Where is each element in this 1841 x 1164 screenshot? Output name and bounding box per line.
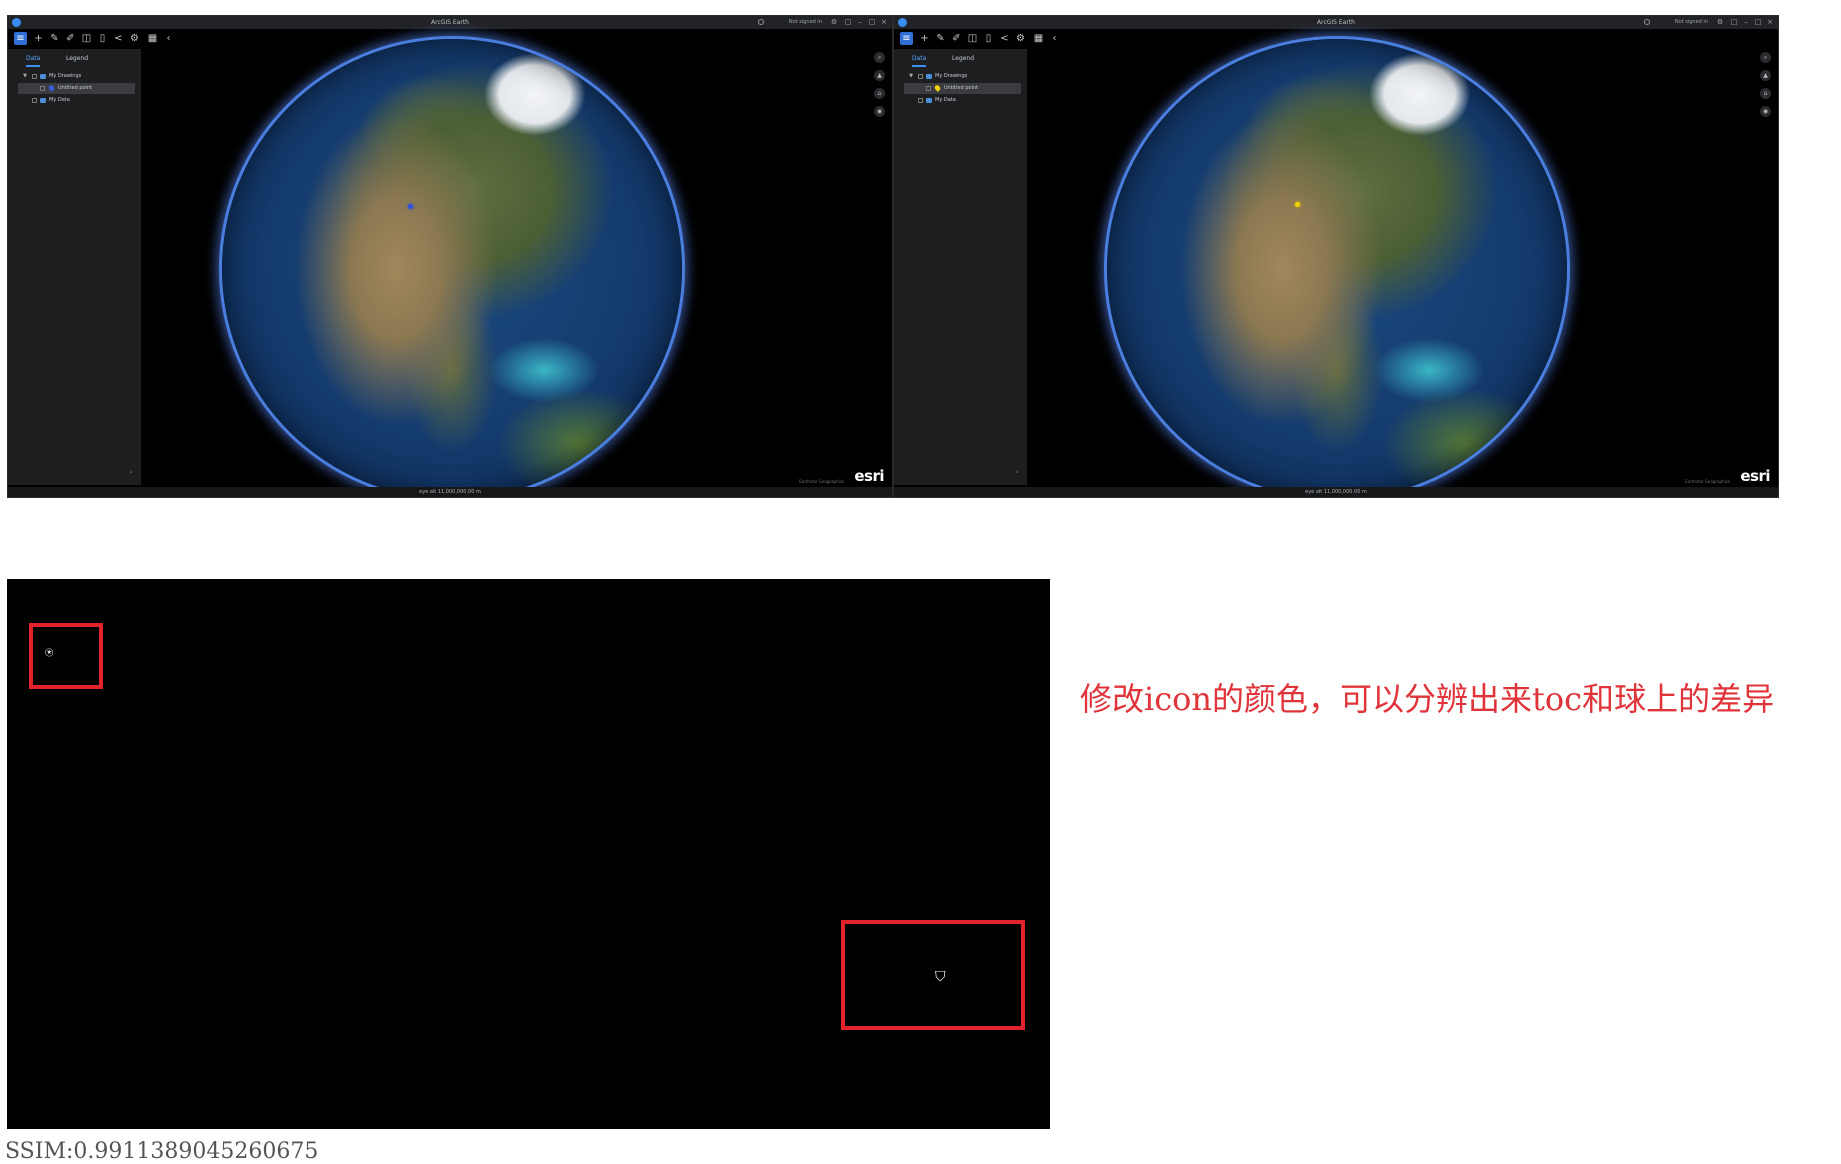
grid-icon[interactable]: ▦: [1032, 32, 1045, 45]
analysis-icon[interactable]: ◫: [80, 32, 93, 45]
globe[interactable]: [1107, 39, 1567, 497]
tab-data[interactable]: Data: [26, 53, 41, 67]
toc-panel: Data Legend ▼ My Drawings Untitled point…: [8, 49, 141, 485]
status-bar: eye alt 11,000,000.00 m: [8, 487, 892, 497]
toc-data-label: My Data: [935, 97, 956, 103]
settings-tool-icon[interactable]: ⚙: [128, 32, 141, 45]
camera-icon[interactable]: ◉: [1760, 106, 1771, 117]
grid-icon[interactable]: ▦: [146, 32, 159, 45]
help-icon[interactable]: □: [844, 18, 852, 26]
toc-group-label: My Drawings: [935, 73, 968, 79]
title-bar: ArcGIS Earth Not signed in ⚙ □ – □ ×: [8, 16, 892, 29]
toc-item-row[interactable]: Untitled point: [904, 83, 1021, 94]
ssim-score: SSIM:0.9911389045260675: [5, 1139, 319, 1164]
attribution: Earthstar Geographics: [1685, 479, 1730, 484]
diff-pin-icon: ⛉: [935, 969, 946, 985]
minimize-icon[interactable]: –: [1742, 18, 1750, 26]
settings-icon[interactable]: ⚙: [1716, 18, 1724, 26]
point-marker-icon[interactable]: [408, 204, 413, 209]
title-bar: ArcGIS Earth Not signed in ⚙ □ – □ ×: [894, 16, 1778, 29]
toc-data-row[interactable]: My Data: [8, 95, 141, 106]
attribution: Earthstar Geographics: [799, 479, 844, 484]
item-checkbox[interactable]: [926, 86, 931, 91]
home-icon[interactable]: ⌂: [874, 88, 885, 99]
annotation-note: 修改icon的颜色，可以分辨出来toc和球上的差异: [1080, 680, 1775, 718]
draw-icon[interactable]: ✎: [48, 32, 61, 45]
sign-in-status[interactable]: Not signed in: [789, 17, 822, 28]
layers-icon[interactable]: ≡: [14, 32, 27, 45]
add-icon[interactable]: +: [918, 32, 931, 45]
layers-icon[interactable]: ≡: [900, 32, 913, 45]
data-checkbox[interactable]: [918, 98, 923, 103]
home-icon[interactable]: ⌂: [1760, 88, 1771, 99]
group-checkbox[interactable]: [918, 74, 923, 79]
close-icon[interactable]: ×: [880, 18, 888, 26]
search-icon[interactable]: ⌕: [1760, 52, 1771, 63]
folder-icon: [40, 74, 46, 79]
measure-icon[interactable]: ✐: [64, 32, 77, 45]
maximize-icon[interactable]: □: [1754, 18, 1762, 26]
item-checkbox[interactable]: [40, 86, 45, 91]
user-icon[interactable]: [758, 19, 764, 25]
highlight-box-globe: ⛉: [841, 920, 1025, 1030]
share-icon[interactable]: <: [998, 32, 1011, 45]
collapse-icon[interactable]: ‹: [162, 32, 175, 45]
tab-legend[interactable]: Legend: [66, 53, 88, 65]
user-icon[interactable]: [1644, 19, 1650, 25]
diff-image: ⍟ ⛉: [7, 579, 1050, 1129]
folder-icon: [926, 98, 932, 103]
bookmark-icon[interactable]: ▯: [982, 32, 995, 45]
share-icon[interactable]: <: [112, 32, 125, 45]
point-marker-icon[interactable]: [1295, 202, 1300, 207]
chevron-down-icon[interactable]: ▼: [908, 71, 914, 82]
draw-icon[interactable]: ✎: [934, 32, 947, 45]
toc-item-row[interactable]: Untitled point: [18, 83, 135, 94]
analysis-icon[interactable]: ◫: [966, 32, 979, 45]
measure-icon[interactable]: ✐: [950, 32, 963, 45]
toolbar: ≡ + ✎ ✐ ◫ ▯ < ⚙ ▦ ‹: [8, 29, 198, 49]
toc-group-row[interactable]: ▼ My Drawings: [8, 71, 141, 82]
tab-data[interactable]: Data: [912, 53, 927, 67]
sign-in-status[interactable]: Not signed in: [1675, 17, 1708, 28]
folder-icon: [926, 74, 932, 79]
toc-group-label: My Drawings: [49, 73, 82, 79]
toc-group-row[interactable]: ▼ My Drawings: [894, 71, 1027, 82]
maximize-icon[interactable]: □: [868, 18, 876, 26]
settings-icon[interactable]: ⚙: [830, 18, 838, 26]
arcgis-earth-window-after: ArcGIS Earth Not signed in ⚙ □ – □ × ≡ +…: [893, 15, 1779, 498]
settings-tool-icon[interactable]: ⚙: [1014, 32, 1027, 45]
search-icon[interactable]: ⌕: [874, 52, 885, 63]
point-marker-icon: [47, 84, 56, 92]
toc-data-label: My Data: [49, 97, 70, 103]
search-icon[interactable]: ⌕: [1015, 468, 1019, 477]
globe[interactable]: [222, 39, 682, 497]
toolbar: ≡ + ✎ ✐ ◫ ▯ < ⚙ ▦ ‹: [894, 29, 1084, 49]
highlight-box-toc: ⍟: [29, 623, 103, 689]
collapse-icon[interactable]: ‹: [1048, 32, 1061, 45]
compass-icon[interactable]: ▲: [874, 70, 885, 81]
toc-panel: Data Legend ▼ My Drawings Untitled point…: [894, 49, 1027, 485]
add-icon[interactable]: +: [32, 32, 45, 45]
data-checkbox[interactable]: [32, 98, 37, 103]
diff-point-marker-icon: ⍟: [45, 645, 54, 661]
group-checkbox[interactable]: [32, 74, 37, 79]
minimize-icon[interactable]: –: [856, 18, 864, 26]
compass-icon[interactable]: ▲: [1760, 70, 1771, 81]
tab-legend[interactable]: Legend: [952, 53, 974, 65]
esri-logo: esri: [1740, 467, 1770, 485]
toc-data-row[interactable]: My Data: [894, 95, 1027, 106]
point-marker-icon: [933, 84, 942, 92]
search-icon[interactable]: ⌕: [129, 468, 133, 477]
bookmark-icon[interactable]: ▯: [96, 32, 109, 45]
toc-item-label: Untitled point: [944, 85, 979, 91]
folder-icon: [40, 98, 46, 103]
chevron-down-icon[interactable]: ▼: [22, 71, 28, 82]
status-bar: eye alt 11,000,000.00 m: [894, 487, 1778, 497]
esri-logo: esri: [854, 467, 884, 485]
help-icon[interactable]: □: [1730, 18, 1738, 26]
camera-icon[interactable]: ◉: [874, 106, 885, 117]
close-icon[interactable]: ×: [1766, 18, 1774, 26]
arcgis-earth-window-before: ArcGIS Earth Not signed in ⚙ □ – □ × ≡ +…: [7, 15, 893, 498]
toc-item-label: Untitled point: [58, 85, 93, 91]
